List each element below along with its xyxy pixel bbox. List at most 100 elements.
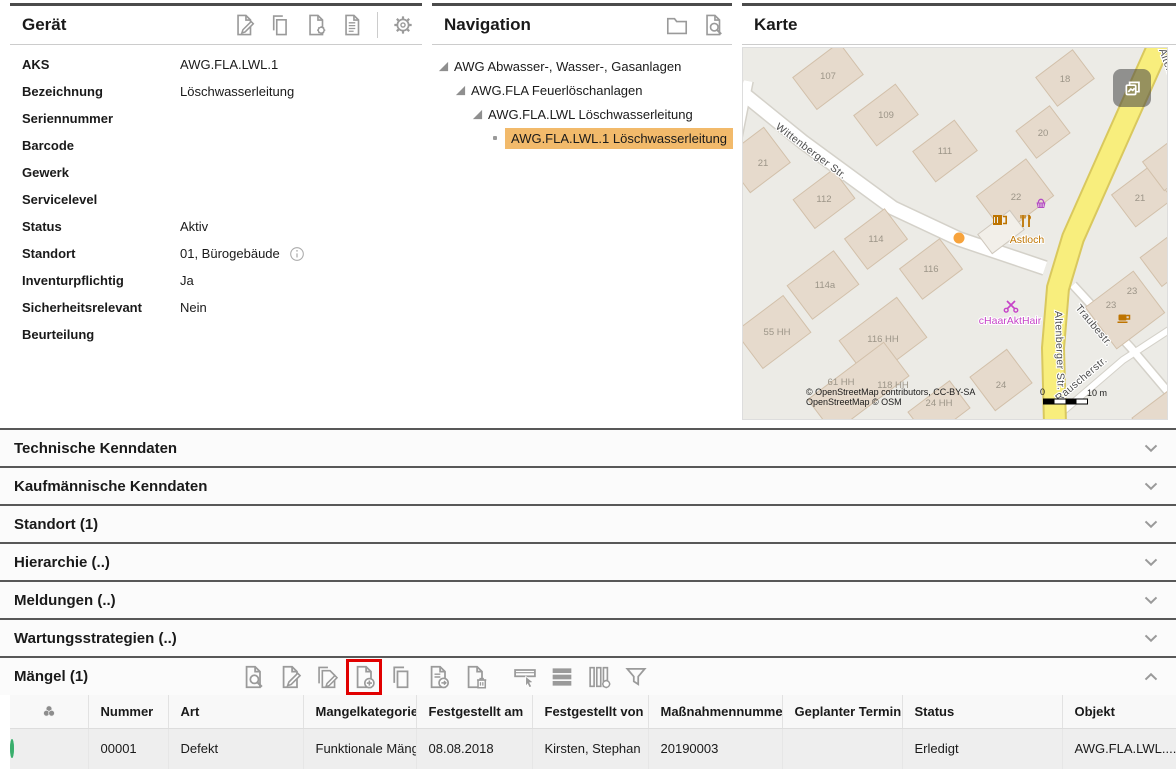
svg-text:18: 18 <box>1060 74 1071 85</box>
field-label: Beurteilung <box>10 327 168 342</box>
column-header-nummer[interactable]: Nummer <box>88 695 168 728</box>
svg-text:24: 24 <box>996 380 1007 391</box>
document-gear-icon <box>303 12 329 38</box>
search-in-tree-button[interactable] <box>698 10 728 40</box>
svg-text:116 HH: 116 HH <box>867 334 899 345</box>
cell-art: Defekt <box>168 728 303 769</box>
tree-item-label-selected[interactable]: AWG.FLA.LWL.1 Löschwasserleitung <box>505 128 733 149</box>
field-row: AKSAWG.FLA.LWL.1 <box>10 51 422 78</box>
device-panel-header: Gerät <box>10 6 422 45</box>
expand-section-button[interactable] <box>1138 625 1164 651</box>
tree-item-label[interactable]: AWG.FLA.LWL Löschwasserleitung <box>488 107 693 122</box>
edit-defect-button[interactable] <box>275 662 305 692</box>
poi-label-astloch: Astloch <box>1010 234 1045 246</box>
add-defect-button[interactable] <box>349 662 379 692</box>
map-attribution-line2: OpenStreetMap © OSM <box>806 397 902 407</box>
svg-text:55 HH: 55 HH <box>764 327 791 338</box>
svg-text:22: 22 <box>1011 192 1022 203</box>
column-settings-button[interactable] <box>584 662 614 692</box>
device-settings-button[interactable] <box>388 10 418 40</box>
device-report-button[interactable] <box>337 10 367 40</box>
document-edit-multiple-icon <box>313 663 341 691</box>
field-label: Bezeichnung <box>10 84 168 99</box>
section-wartungsstrategien[interactable]: Wartungsstrategien (..) <box>0 618 1176 656</box>
column-header-festgestellt-am[interactable]: Festgestellt am <box>416 695 532 728</box>
column-header-mangelkategorie[interactable]: Mangelkategorie <box>303 695 416 728</box>
map-panel-header: Karte <box>742 6 1176 45</box>
expand-section-button[interactable] <box>1138 435 1164 461</box>
folder-button[interactable] <box>662 10 692 40</box>
column-header-art[interactable]: Art <box>168 695 303 728</box>
section-label: Technische Kenndaten <box>14 440 1138 457</box>
svg-text:21: 21 <box>758 158 769 169</box>
expand-section-button[interactable] <box>1138 587 1164 613</box>
tree-item-level2[interactable]: AWG.FLA.LWL Löschwasserleitung <box>432 102 732 126</box>
field-row: Beurteilung <box>10 321 422 348</box>
expand-section-button[interactable] <box>1138 549 1164 575</box>
defects-table: Nummer Art Mangelkategorie Festgestellt … <box>10 695 1176 769</box>
field-row: Servicelevel <box>10 186 422 213</box>
status-column-header[interactable] <box>10 695 88 728</box>
tree-item-level0[interactable]: AWG Abwasser-, Wasser-, Gasanlagen <box>432 54 732 78</box>
edit-device-button[interactable] <box>229 10 259 40</box>
field-label: Barcode <box>10 138 168 153</box>
expand-section-button[interactable] <box>1138 473 1164 499</box>
svg-text:21: 21 <box>1135 193 1146 204</box>
cell-massnahmennummer: 20190003 <box>648 728 782 769</box>
expand-section-button[interactable] <box>1138 511 1164 537</box>
column-header-massnahmennummer[interactable]: Maßnahmennummer <box>648 695 782 728</box>
view-defect-button[interactable] <box>238 662 268 692</box>
filter-button[interactable] <box>621 662 651 692</box>
device-document-settings-button[interactable] <box>301 10 331 40</box>
navigation-tree: AWG Abwasser-, Wasser-, Gasanlagen AWG.F… <box>432 45 732 150</box>
collapse-section-button[interactable] <box>1138 664 1164 690</box>
section-maengel[interactable]: Mängel (1) <box>0 656 1176 695</box>
section-hierarchie[interactable]: Hierarchie (..) <box>0 542 1176 580</box>
cell-mangelkategorie: Funktionale Mängel <box>303 728 416 769</box>
tree-expand-icon[interactable] <box>472 109 483 120</box>
tree-item-label[interactable]: AWG.FLA Feuerlöschanlagen <box>471 83 643 98</box>
cell-nummer: 00001 <box>88 728 168 769</box>
column-header-geplanter-termin[interactable]: Geplanter Termin <box>782 695 902 728</box>
section-kaufmaennische-kenndaten[interactable]: Kaufmännische Kenndaten <box>0 466 1176 504</box>
svg-text:23: 23 <box>1127 286 1138 297</box>
cell-status <box>10 728 88 769</box>
tree-expand-icon[interactable] <box>455 85 466 96</box>
svg-text:107: 107 <box>820 71 836 82</box>
copy-device-button[interactable] <box>265 10 295 40</box>
device-location-marker[interactable] <box>954 233 965 244</box>
section-technische-kenndaten[interactable]: Technische Kenndaten <box>0 428 1176 466</box>
tree-expand-icon[interactable] <box>438 61 449 72</box>
info-icon[interactable] <box>288 245 306 263</box>
column-header-objekt[interactable]: Objekt <box>1062 695 1176 728</box>
column-header-festgestellt-von[interactable]: Festgestellt von <box>532 695 648 728</box>
edit-multiple-defects-button[interactable] <box>312 662 342 692</box>
tree-item-selected[interactable]: AWG.FLA.LWL.1 Löschwasserleitung <box>432 126 732 150</box>
delete-defect-button[interactable] <box>460 662 490 692</box>
map-canvas[interactable]: 107 109 111 21 112 114 114a 116 18 20 22… <box>742 47 1168 420</box>
status-ok-icon <box>10 739 14 758</box>
export-defect-button[interactable] <box>423 662 453 692</box>
section-meldungen[interactable]: Meldungen (..) <box>0 580 1176 618</box>
field-value: AWG.FLA.LWL.1 <box>180 57 278 72</box>
map-layer-switcher-button[interactable] <box>1113 69 1151 107</box>
copy-defect-button[interactable] <box>386 662 416 692</box>
tree-item-label[interactable]: AWG Abwasser-, Wasser-, Gasanlagen <box>454 59 681 74</box>
cell-objekt: AWG.FLA.LWL.... <box>1062 728 1176 769</box>
field-label: Sicherheitsrelevant <box>10 300 168 315</box>
column-header-status[interactable]: Status <box>902 695 1062 728</box>
svg-text:116: 116 <box>923 264 938 275</box>
row-layout-button[interactable] <box>547 662 577 692</box>
section-standort[interactable]: Standort (1) <box>0 504 1176 542</box>
select-rows-button[interactable] <box>510 662 540 692</box>
table-row[interactable]: 00001 Defekt Funktionale Mängel 08.08.20… <box>10 728 1176 769</box>
table-header-row: Nummer Art Mangelkategorie Festgestellt … <box>10 695 1176 728</box>
document-search-icon <box>700 12 726 38</box>
folder-icon <box>664 12 690 38</box>
rows-icon <box>548 663 576 691</box>
field-label: Seriennummer <box>10 111 168 126</box>
map-scale-zero: 0 <box>1040 387 1045 397</box>
field-row: Standort 01, Bürogebäude <box>10 240 422 267</box>
section-label: Meldungen (..) <box>14 592 1138 609</box>
tree-item-level1[interactable]: AWG.FLA Feuerlöschanlagen <box>432 78 732 102</box>
